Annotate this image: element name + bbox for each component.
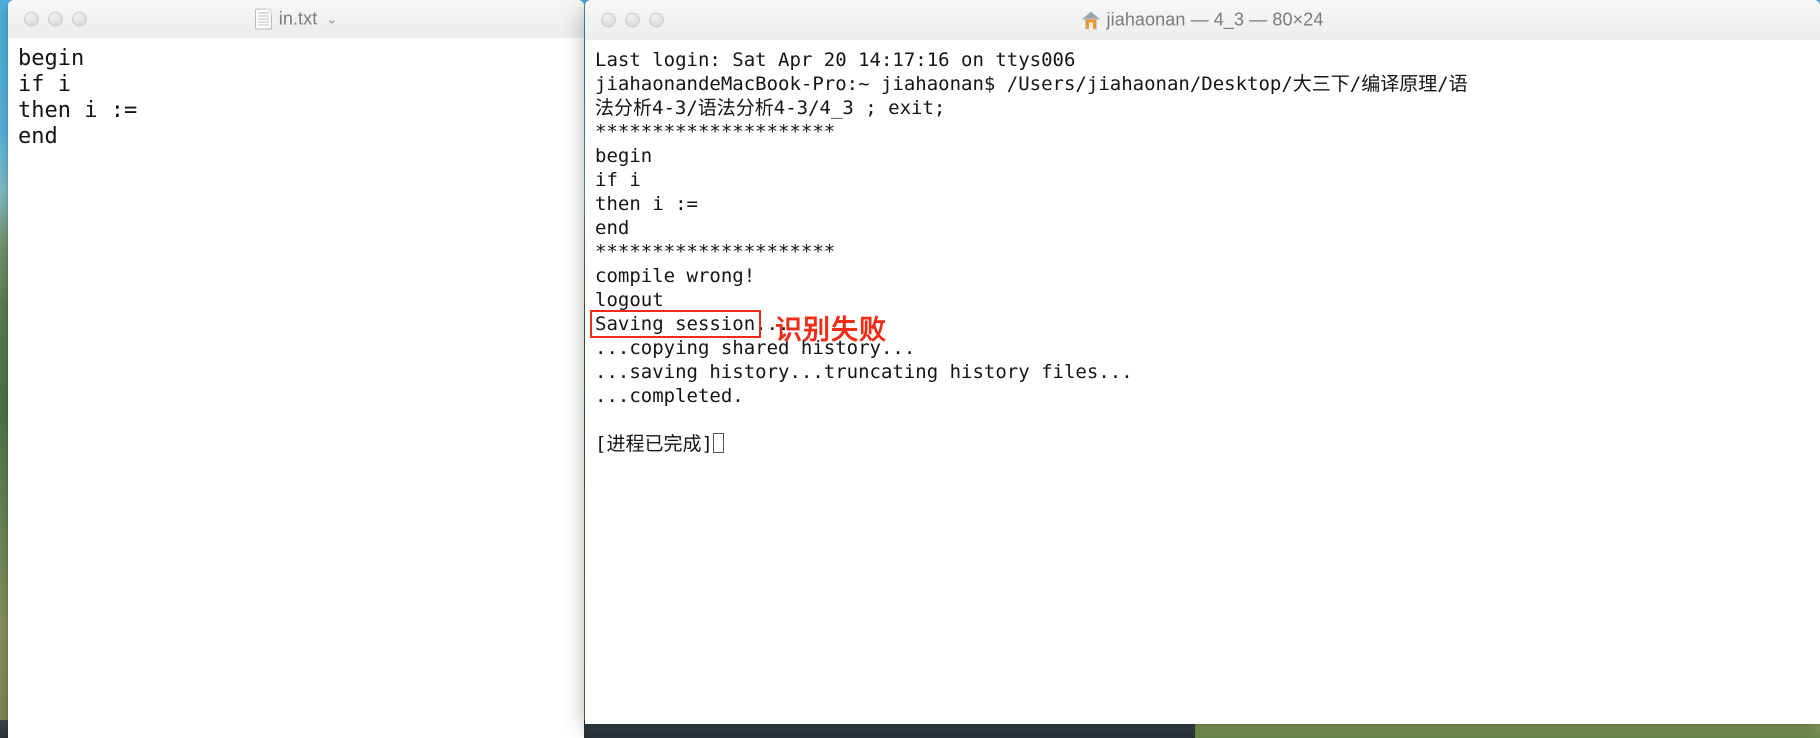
terminal-line: then i := (595, 193, 698, 215)
terminal-line-process-complete: [进程已完成] (595, 432, 1820, 456)
terminal-line: if i (595, 169, 641, 191)
terminal-line: jiahaonandeMacBook-Pro:~ jiahaonan$ /Use… (595, 73, 1468, 95)
terminal-line: 法分析4-3/语法分析4-3/4_3 ; exit; (595, 97, 946, 119)
editor-title-group: in.txt ⌄ (8, 8, 584, 30)
terminal-line: ********************* (595, 121, 836, 143)
close-button[interactable] (601, 12, 616, 28)
terminal-output-area[interactable]: Last login: Sat Apr 20 14:17:16 on ttys0… (585, 40, 1820, 724)
annotation-note-text: 识别失败 (775, 315, 887, 346)
terminal-titlebar[interactable]: jiahaonan — 4_3 — 80×24 (585, 0, 1820, 41)
editor-titlebar[interactable]: in.txt ⌄ (8, 0, 584, 39)
editor-text-area[interactable]: begin if i then i := end (8, 38, 584, 738)
terminal-line: Last login: Sat Apr 20 14:17:16 on ttys0… (595, 49, 1076, 71)
editor-traffic-lights[interactable] (24, 11, 87, 27)
screen: in.txt ⌄ begin if i then i := end jiahao… (0, 0, 1820, 738)
chevron-down-icon[interactable]: ⌄ (326, 11, 337, 27)
editor-line: if i (18, 72, 71, 97)
zoom-button[interactable] (649, 12, 664, 28)
close-button[interactable] (24, 11, 39, 27)
terminal-line: ********************* (595, 241, 836, 263)
document-icon (254, 8, 272, 30)
minimize-button[interactable] (48, 11, 63, 27)
terminal-line: end (595, 217, 630, 239)
editor-line: end (18, 124, 58, 149)
process-complete-text: [进程已完成] (595, 433, 713, 455)
home-folder-icon (1081, 11, 1100, 29)
zoom-button[interactable] (72, 11, 87, 27)
terminal-line: begin (595, 145, 653, 167)
terminal-line: ...saving history...truncating history f… (595, 361, 1133, 383)
text-editor-window[interactable]: in.txt ⌄ begin if i then i := end (8, 0, 584, 738)
terminal-title: jiahaonan — 4_3 — 80×24 (1106, 9, 1324, 30)
terminal-line-compile-wrong: compile wrong! (595, 265, 756, 287)
editor-title: in.txt (278, 8, 318, 29)
block-cursor (712, 433, 724, 453)
editor-line: begin (18, 46, 85, 71)
terminal-line: ...completed. (595, 385, 744, 407)
minimize-button[interactable] (625, 12, 640, 28)
terminal-window[interactable]: jiahaonan — 4_3 — 80×24 Last login: Sat … (585, 0, 1820, 724)
terminal-title-group: jiahaonan — 4_3 — 80×24 (585, 10, 1820, 31)
terminal-traffic-lights[interactable] (601, 12, 664, 28)
editor-line: then i := (18, 98, 138, 123)
